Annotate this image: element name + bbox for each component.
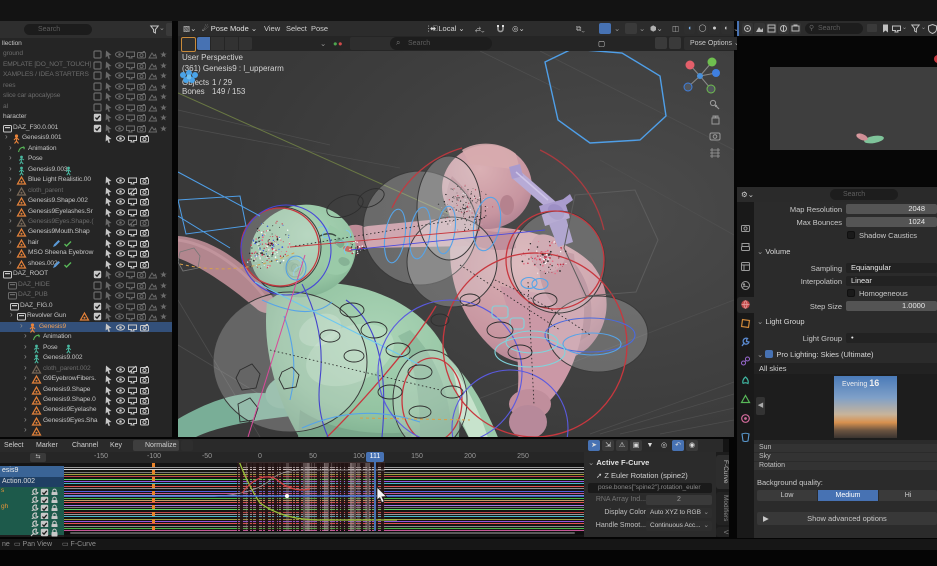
svg-text:User Perspective: User Perspective: [182, 53, 243, 62]
svg-text:Bones: Bones: [182, 87, 205, 96]
svg-text:1 / 29: 1 / 29: [212, 78, 233, 87]
svg-text:(361) Genesis9 : l_upperarm: (361) Genesis9 : l_upperarm: [182, 64, 284, 73]
svg-text:149 / 153: 149 / 153: [212, 87, 246, 96]
